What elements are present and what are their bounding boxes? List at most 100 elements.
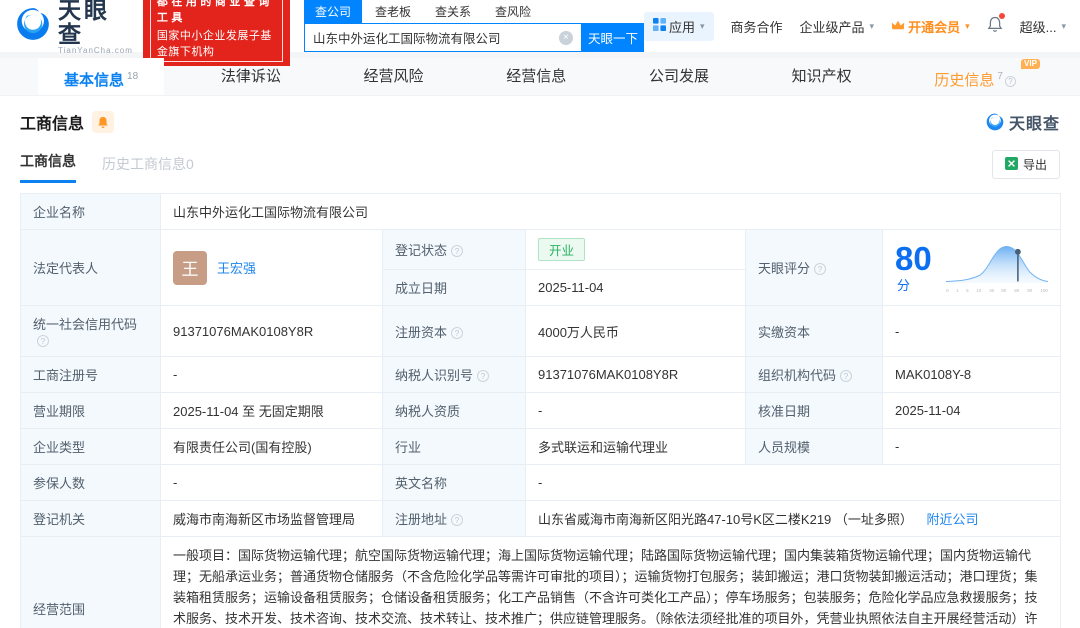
company-type-value: 有限责任公司(国有控股) — [160, 428, 383, 465]
main-content: 工商信息 天眼查 工商信息 历史工商信息0 导出 企业名称 山东中外运化工国际物… — [0, 96, 1080, 628]
help-icon[interactable]: ? — [451, 514, 464, 526]
establish-date-value: 2025-11-04 — [525, 269, 746, 306]
company-nav-tabs: 基本信息 18 法律诉讼 经营风险 经营信息 公司发展 知识产权 历史信息 7? V… — [0, 58, 1080, 96]
notification-bell-icon[interactable] — [987, 13, 1005, 36]
top-menu: 应用 ▾ 商务合作 企业级产品 ▾ 开通会员 ▾ 超级... ▾ — [643, 11, 1066, 41]
field-label: 组织机构代码? — [745, 356, 883, 393]
industry-value: 多式联运和运输代理业 — [525, 428, 746, 465]
status-badge: 开业 — [538, 238, 586, 261]
table-row: 企业类型 有限责任公司(国有控股) 行业 多式联运和运输代理业 人员规模 - — [20, 428, 1062, 465]
table-row: 营业期限 2025-11-04 至 无固定期限 纳税人资质 - 核准日期 202… — [20, 392, 1062, 429]
export-label: 导出 — [1022, 158, 1047, 172]
field-label: 纳税人资质 — [382, 392, 526, 429]
logo-eye-icon — [14, 5, 52, 48]
search-tab-relation[interactable]: 查关系 — [424, 0, 482, 23]
help-icon[interactable]: ? — [477, 370, 490, 382]
english-name-value: - — [524, 464, 1062, 501]
apps-menu[interactable]: 应用 ▾ — [643, 11, 714, 41]
excel-icon — [1004, 156, 1018, 173]
legal-rep-link[interactable]: 王宏强 — [217, 258, 256, 277]
avatar[interactable]: 王 — [173, 250, 207, 285]
search-tab-risk[interactable]: 查风险 — [484, 0, 542, 23]
help-icon[interactable]: ? — [451, 245, 464, 257]
tab-history-info[interactable]: 历史信息 7? VIP — [908, 58, 1042, 95]
chevron-down-icon: ▾ — [699, 20, 705, 31]
clear-icon[interactable]: × — [558, 30, 573, 45]
tab-legal-litigation[interactable]: 法律诉讼 — [195, 58, 307, 95]
search-tab-boss[interactable]: 查老板 — [364, 0, 422, 23]
tab-operation-info[interactable]: 经营信息 — [480, 58, 592, 95]
subtab-history-business-info[interactable]: 历史工商信息0 — [102, 154, 194, 183]
business-term-value: 2025-11-04 至 无固定期限 — [160, 392, 383, 429]
score-value: 80分 — [895, 239, 932, 293]
promo-line1: 都在用的商业查询工具 — [156, 0, 273, 24]
field-label: 登记状态? — [382, 229, 526, 270]
apps-label: 应用 — [668, 19, 695, 35]
table-row: 经营范围 一般项目：国际货物运输代理；航空国际货物运输代理；海上国际货物运输代理… — [20, 535, 1062, 628]
reg-address-value: 山东省威海市南海新区阳光路47-10号K区二楼K219 （一址多照） 附近公司 — [524, 500, 1062, 537]
search-tab-company[interactable]: 查公司 — [303, 0, 362, 23]
credit-code-value: 91371076MAK0108Y8R — [160, 305, 383, 357]
company-name-value: 山东中外运化工国际物流有限公司 — [159, 193, 1062, 230]
user-menu[interactable]: 超级... ▾ — [1020, 17, 1066, 36]
help-icon[interactable]: ? — [451, 326, 464, 339]
search-area: 查公司 查老板 查关系 查风险 × 天眼一下 — [303, 0, 644, 52]
field-label: 成立日期 — [382, 269, 526, 306]
tab-operation-risk[interactable]: 经营风险 — [338, 58, 450, 95]
field-label: 天眼评分? — [745, 229, 883, 306]
field-label: 工商注册号 — [20, 356, 161, 393]
business-cooperation-link[interactable]: 商务合作 — [731, 17, 783, 36]
top-header: 天眼查 TianYanCha.com 都在用的商业查询工具 国家中小企业发展子基… — [0, 0, 1080, 66]
field-label: 统一社会信用代码? — [20, 305, 161, 357]
field-label: 登记机关 — [20, 500, 161, 537]
field-label: 法定代表人 — [20, 229, 161, 306]
enterprise-products-menu[interactable]: 企业级产品 ▾ — [800, 17, 875, 36]
chevron-down-icon: ▾ — [1061, 20, 1066, 31]
tab-basic-info[interactable]: 基本信息 18 — [38, 58, 165, 95]
score-axis-labels: 0 1 5 10 30 60 80 90 100 — [946, 287, 1048, 294]
field-label: 行业 — [382, 428, 526, 465]
logo-name: 天眼查 — [58, 0, 110, 47]
business-info-table: 企业名称 山东中外运化工国际物流有限公司 法定代表人 王 王宏强 登记状态? 开… — [20, 193, 1062, 628]
paid-capital-value: - — [881, 305, 1062, 357]
table-row: 参保人数 - 英文名称 - — [20, 464, 1062, 501]
search-box: × — [303, 23, 582, 52]
chevron-down-icon: ▾ — [869, 20, 875, 31]
field-label: 企业名称 — [20, 193, 161, 230]
crown-icon — [891, 19, 905, 34]
help-icon[interactable]: ? — [814, 263, 827, 275]
table-row: 统一社会信用代码? 91371076MAK0108Y8R 注册资本? 4000万… — [20, 305, 1062, 357]
tab-company-development[interactable]: 公司发展 — [623, 58, 735, 95]
nearby-companies-link[interactable]: 附近公司 — [927, 512, 979, 527]
field-label: 参保人数 — [20, 464, 161, 501]
subtab-business-info[interactable]: 工商信息 — [20, 151, 76, 183]
table-row: 登记机关 威海市南海新区市场监督管理局 注册地址? 山东省威海市南海新区阳光路4… — [20, 500, 1062, 537]
tab-intellectual-property[interactable]: 知识产权 — [766, 58, 878, 95]
tianyancha-logo[interactable]: 天眼查 TianYanCha.com — [14, 0, 133, 55]
section-title: 工商信息 — [20, 116, 85, 133]
field-label: 实缴资本 — [745, 305, 883, 357]
reg-number-value: - — [160, 356, 383, 393]
taxpayer-id-value: 91371076MAK0108Y8R — [525, 356, 746, 393]
user-menu-label: 超级... — [1019, 19, 1057, 35]
tab-count: 18 — [127, 71, 139, 82]
search-button[interactable]: 天眼一下 — [581, 23, 644, 52]
help-icon[interactable]: ? — [37, 335, 49, 347]
export-button[interactable]: 导出 — [991, 150, 1060, 179]
vip-badge: VIP — [1021, 59, 1040, 69]
logo-domain: TianYanCha.com — [58, 45, 133, 55]
insured-count-value: - — [160, 464, 383, 501]
help-icon[interactable]: ? — [840, 370, 853, 382]
field-label: 注册地址? — [382, 500, 526, 537]
table-row: 法定代表人 王 王宏强 登记状态? 开业 天眼评分? 80分 0 1 5 10 … — [20, 229, 1062, 306]
score-distribution-chart: 0 1 5 10 30 60 80 90 100 — [945, 242, 1049, 294]
search-input[interactable] — [304, 30, 559, 45]
table-row: 工商注册号 - 纳税人识别号? 91371076MAK0108Y8R 组织机构代… — [20, 356, 1062, 393]
app-grid-icon — [652, 18, 666, 34]
taxpayer-quality-value: - — [525, 392, 746, 429]
chevron-down-icon: ▾ — [965, 20, 970, 31]
open-vip-menu[interactable]: 开通会员 ▾ — [891, 17, 970, 36]
monitor-bell-icon[interactable] — [92, 111, 115, 133]
field-label: 注册资本? — [382, 305, 526, 357]
business-scope-value: 一般项目：国际货物运输代理；航空国际货物运输代理；海上国际货物运输代理；陆路国际… — [159, 535, 1062, 628]
